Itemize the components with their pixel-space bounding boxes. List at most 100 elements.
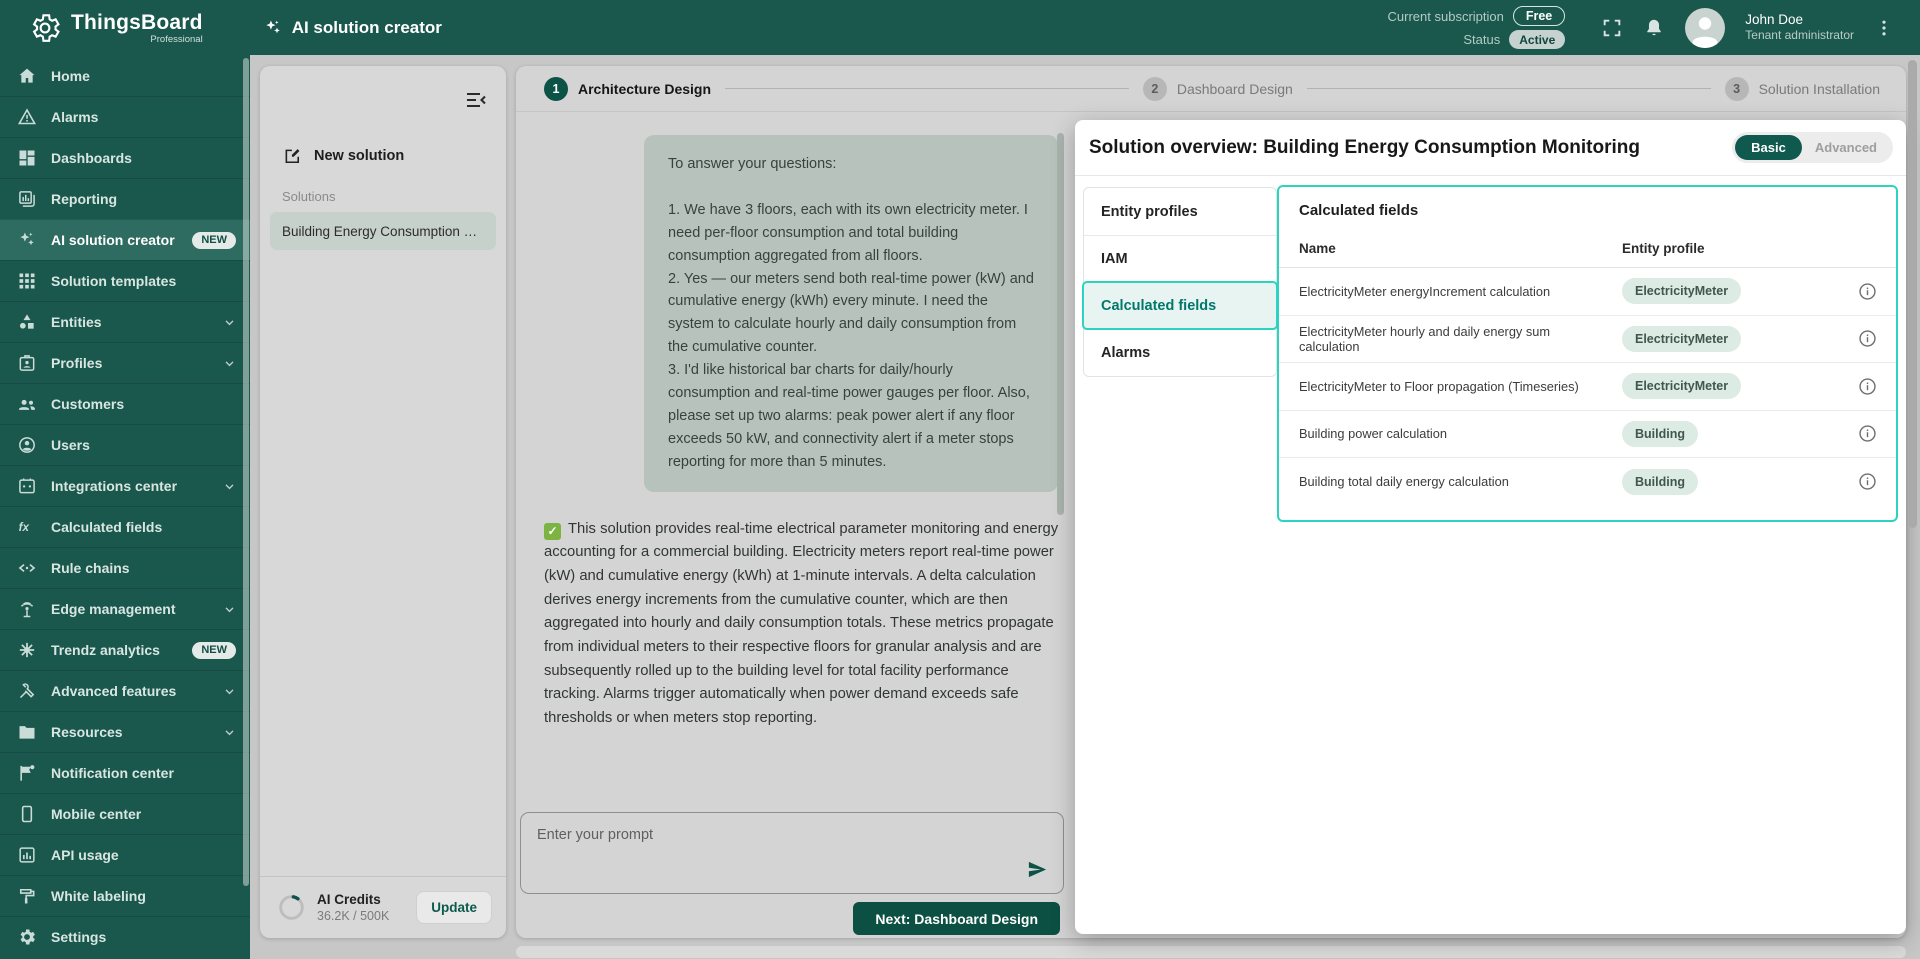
sidebar-item-white-labeling[interactable]: White labeling	[0, 875, 250, 916]
table-row[interactable]: ElectricityMeter to Floor propagation (T…	[1279, 363, 1896, 411]
horizontal-scrollbar[interactable]	[516, 946, 1906, 958]
toggle-advanced[interactable]: Advanced	[1802, 135, 1890, 160]
info-icon[interactable]	[1858, 424, 1877, 443]
sidebar-item-trendz-analytics[interactable]: Trendz analytics NEW	[0, 629, 250, 670]
chevron-down-icon	[225, 606, 234, 612]
info-icon[interactable]	[1858, 329, 1877, 348]
sidebar-item-label: Integrations center	[51, 478, 178, 494]
fullscreen-icon[interactable]	[1601, 17, 1623, 39]
sidebar-item-label: Users	[51, 437, 90, 453]
brand-name: ThingsBoard	[71, 10, 203, 34]
calculated-field-name: ElectricityMeter energyIncrement calcula…	[1299, 283, 1551, 299]
solution-overview-title: Solution overview: Building Energy Consu…	[1089, 136, 1640, 158]
chat-scrollbar-thumb[interactable]	[1057, 133, 1064, 515]
table-header: Name Entity profile	[1279, 229, 1896, 268]
sidebar-item-ai-solution-creator[interactable]: AI solution creator NEW	[0, 219, 250, 260]
credits-usage: 36.2K / 500K	[317, 909, 390, 924]
sidebar-item-users[interactable]: Users	[0, 424, 250, 465]
new-solution-label: New solution	[314, 147, 405, 164]
sidebar-item-calculated-fields[interactable]: fx Calculated fields	[0, 506, 250, 547]
thingsboard-logo[interactable]: ThingsBoard Professional	[0, 11, 203, 45]
sidebar-item-label: Alarms	[51, 109, 99, 125]
sidebar-item-dashboards[interactable]: Dashboards	[0, 137, 250, 178]
new-solution-button[interactable]: New solution	[282, 146, 404, 165]
update-credits-button[interactable]: Update	[416, 891, 492, 924]
avatar[interactable]	[1685, 7, 1726, 48]
info-icon[interactable]	[1858, 377, 1877, 396]
ai-sparkle-icon	[20, 232, 34, 246]
sidebar-item-label: Trendz analytics	[51, 642, 160, 658]
sidebar-item-label: Advanced features	[51, 683, 177, 699]
sidebar-item-label: Mobile center	[51, 806, 142, 822]
sidebar-nav: Home Alarms Dashboards Reporting AI solu…	[0, 55, 250, 959]
entity-profile-chip: ElectricityMeter	[1622, 373, 1742, 400]
step-label: Dashboard Design	[1176, 80, 1293, 97]
reporting-icon	[19, 191, 35, 207]
table-row[interactable]: Building total daily energy calculation …	[1279, 458, 1896, 506]
sidebar-item-settings[interactable]: Settings	[0, 916, 250, 957]
home-icon	[19, 68, 35, 83]
sidebar-item-resources[interactable]: Resources	[0, 711, 250, 752]
alarm-triangle-icon	[17, 108, 37, 125]
sidebar-item-label: Calculated fields	[51, 519, 163, 535]
table-row[interactable]: ElectricityMeter hourly and daily energy…	[1279, 316, 1896, 363]
sidebar-item-edge-management[interactable]: Edge management	[0, 588, 250, 629]
credits-progress-ring	[278, 894, 305, 921]
sidebar-item-label: White labeling	[51, 888, 146, 904]
next-step-button[interactable]: Next: Dashboard Design	[853, 902, 1060, 935]
tab-iam[interactable]: IAM	[1084, 235, 1276, 282]
info-icon[interactable]	[1858, 282, 1877, 301]
sidebar-item-customers[interactable]: Customers	[0, 383, 250, 424]
sidebar-item-home[interactable]: Home	[0, 55, 250, 96]
toggle-basic[interactable]: Basic	[1735, 135, 1802, 160]
sidebar-item-rule-chains[interactable]: Rule chains	[0, 547, 250, 588]
page-scrollbar-thumb[interactable]	[1908, 60, 1917, 528]
sidebar-item-mobile-center[interactable]: Mobile center	[0, 793, 250, 834]
collapse-panel-icon[interactable]	[464, 88, 488, 112]
sidebar-item-entities[interactable]: Entities	[0, 301, 250, 342]
header-actions: Current subscription Free Status Active …	[1388, 6, 1920, 49]
table-row[interactable]: Building power calculation Building	[1279, 411, 1896, 458]
page-title: AI solution creator	[263, 18, 442, 38]
templates-grid-icon	[19, 273, 35, 289]
folder-icon	[19, 726, 35, 739]
brand-subtitle: Professional	[150, 33, 203, 45]
info-icon[interactable]	[1858, 472, 1877, 491]
user-circle-icon	[19, 437, 35, 453]
sidebar-item-alarms[interactable]: Alarms	[0, 96, 250, 137]
prompt-input[interactable]	[521, 813, 1063, 893]
dashboards-icon	[19, 150, 35, 166]
sidebar-item-label: Entities	[51, 314, 102, 330]
solution-list-item[interactable]: Building Energy Consumption …	[270, 212, 496, 250]
sidebar-item-integrations-center[interactable]: Integrations center	[0, 465, 250, 506]
sidebar-item-profiles[interactable]: Profiles	[0, 342, 250, 383]
sidebar-scrollbar-thumb[interactable]	[243, 58, 249, 886]
svg-text:fx: fx	[19, 521, 30, 534]
sidebar-item-reporting[interactable]: Reporting	[0, 178, 250, 219]
step-label: Architecture Design	[578, 80, 712, 97]
solution-overview-header: Solution overview: Building Energy Consu…	[1075, 120, 1906, 176]
step-solution-installation[interactable]: 3 Solution Installation	[1724, 76, 1880, 101]
stepper-connector	[1306, 87, 1711, 90]
status-badge: Active	[1509, 30, 1566, 49]
sidebar-item-advanced-features[interactable]: Advanced features	[0, 670, 250, 711]
step-dashboard-design[interactable]: 2 Dashboard Design	[1142, 76, 1293, 101]
user-menu[interactable]: John Doe Tenant administrator	[1745, 12, 1854, 44]
tab-entity-profiles[interactable]: Entity profiles	[1084, 188, 1276, 235]
sidebar-item-solution-templates[interactable]: Solution templates	[0, 260, 250, 301]
sidebar-item-label: Dashboards	[51, 150, 132, 166]
prompt-input-container	[520, 812, 1064, 894]
stepper-connector	[725, 87, 1129, 90]
step-number: 3	[1724, 76, 1749, 101]
tab-alarms[interactable]: Alarms	[1084, 329, 1276, 376]
gear-icon	[20, 929, 35, 945]
notifications-bell-icon[interactable]	[1643, 17, 1665, 39]
sidebar-item-notification-center[interactable]: Notification center	[0, 752, 250, 793]
table-row[interactable]: ElectricityMeter energyIncrement calcula…	[1279, 268, 1896, 316]
sidebar-item-api-usage[interactable]: API usage	[0, 834, 250, 875]
new-badge: NEW	[192, 641, 236, 659]
tab-calculated-fields[interactable]: Calculated fields	[1082, 281, 1278, 330]
step-architecture-design[interactable]: 1 Architecture Design	[544, 76, 712, 101]
send-icon[interactable]	[1026, 858, 1049, 881]
kebab-menu-icon[interactable]	[1874, 17, 1894, 39]
